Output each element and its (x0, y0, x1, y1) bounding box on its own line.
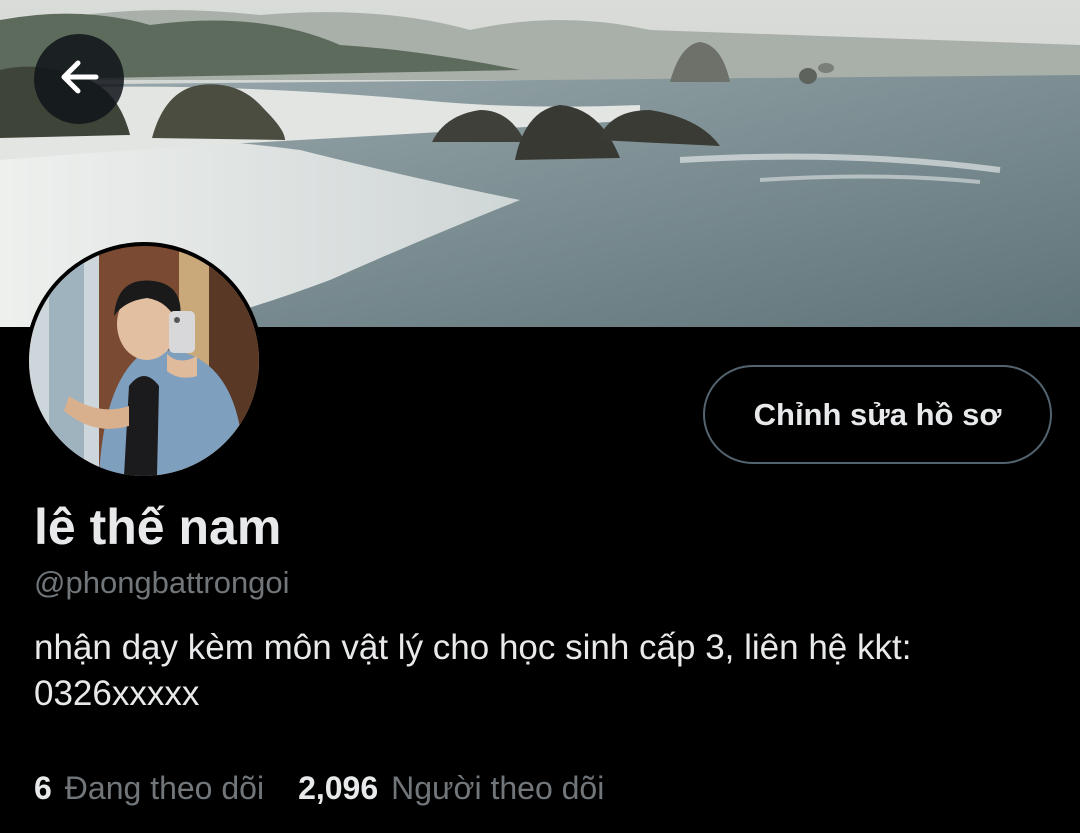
display-name: lê thế nam (34, 499, 282, 555)
avatar-image (29, 246, 259, 476)
followers-label: Người theo dõi (391, 770, 605, 806)
followers-link[interactable]: 2,096 Người theo dõi (298, 766, 604, 810)
follow-stats: 6 Đang theo dõi 2,096 Người theo dõi (34, 766, 604, 810)
following-count: 6 (34, 770, 52, 806)
username-handle: @phongbattrongoi (34, 565, 290, 600)
followers-count: 2,096 (298, 770, 379, 806)
profile-bio: nhận dạy kèm môn vật lý cho học sinh cấp… (34, 628, 912, 713)
avatar[interactable] (25, 242, 263, 480)
following-label: Đang theo dõi (64, 770, 265, 806)
back-button[interactable] (34, 34, 124, 124)
following-link[interactable]: 6 Đang theo dõi (34, 766, 264, 810)
arrow-left-icon (56, 54, 102, 105)
edit-profile-button[interactable]: Chỉnh sửa hồ sơ (703, 365, 1052, 464)
